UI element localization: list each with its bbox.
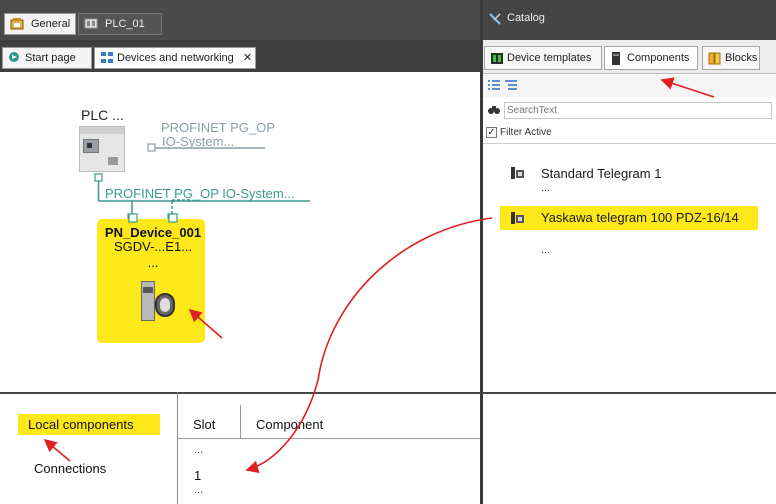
- tree-view-icon[interactable]: [504, 79, 518, 91]
- catalog-item-label: Standard Telegram 1: [541, 166, 662, 181]
- table-row[interactable]: ...: [194, 444, 203, 456]
- tab-blocks-label: Blocks: [725, 52, 758, 64]
- bottom-table-header-line: [178, 438, 480, 439]
- catalog-title: Catalog: [507, 12, 545, 24]
- close-icon[interactable]: ✕: [243, 52, 252, 64]
- catalog-title-bar: Catalog: [483, 0, 776, 40]
- binoculars-icon: [488, 106, 500, 114]
- tab-plc[interactable]: PLC_01: [78, 13, 162, 35]
- servo-drive-icon: [133, 279, 183, 327]
- blocks-icon: [708, 52, 721, 65]
- connections-item[interactable]: Connections: [34, 461, 106, 476]
- table-row[interactable]: ...: [194, 484, 203, 496]
- tab-plc-label: PLC_01: [105, 18, 145, 30]
- tab-devices-networking-label: Devices and networking: [117, 52, 234, 64]
- bottom-header-sep: [240, 405, 241, 438]
- search-input[interactable]: [504, 102, 772, 119]
- tab-device-templates[interactable]: Device templates: [484, 46, 602, 70]
- general-icon: [10, 18, 24, 30]
- col-slot-header[interactable]: Slot: [193, 417, 215, 432]
- start-page-icon: [9, 52, 19, 62]
- device-name: PN_Device_001: [104, 225, 202, 240]
- tab-devices-networking[interactable]: Devices and networking ✕: [94, 47, 256, 69]
- catalog-item-sub: ...: [541, 244, 551, 256]
- catalog-item-sub: ...: [541, 182, 551, 194]
- catalog-item-standard-telegram[interactable]: Standard Telegram 1 ...: [500, 162, 770, 202]
- tab-device-templates-label: Device templates: [507, 52, 592, 64]
- arrow-to-local-components: [43, 438, 71, 462]
- catalog-toolbar: [483, 75, 776, 97]
- search-row: [483, 100, 776, 122]
- network-icon: [101, 52, 113, 63]
- catalog-item-label: Yaskawa telegram 100 PDZ-16/14: [541, 210, 739, 225]
- device-port-connectors: [128, 213, 178, 223]
- filter-label: Filter Active: [500, 127, 552, 138]
- table-row[interactable]: 1: [194, 468, 201, 483]
- catalog-separator: [483, 143, 776, 144]
- bottom-divider: [0, 392, 776, 394]
- local-components-item[interactable]: Local components: [18, 414, 160, 435]
- device-more: ...: [147, 255, 159, 270]
- device-type: SGDV-...E1...: [113, 239, 193, 254]
- catalog-icon: [489, 13, 501, 25]
- network-lines: [94, 143, 310, 223]
- telegram-icon: [511, 167, 524, 179]
- filter-checkbox[interactable]: ✓: [486, 127, 497, 138]
- filter-row: ✓ Filter Active: [483, 124, 776, 142]
- tab-start-page-label: Start page: [25, 52, 76, 64]
- tab-start-page[interactable]: Start page: [2, 47, 92, 69]
- tab-general-label: General: [31, 18, 71, 30]
- plc-icon: [84, 18, 98, 29]
- tab-blocks[interactable]: Blocks: [702, 46, 760, 70]
- tab-components[interactable]: Components: [604, 46, 698, 70]
- components-icon: [612, 52, 620, 65]
- col-component-header[interactable]: Component: [256, 417, 323, 432]
- list-view-icon[interactable]: [487, 79, 501, 91]
- bottom-col-divider: [177, 392, 178, 504]
- tab-general[interactable]: General: [4, 13, 76, 35]
- device-templates-icon: [491, 53, 503, 64]
- tab-components-label: Components: [627, 52, 690, 64]
- local-components-label: Local components: [28, 417, 134, 432]
- catalog-item-yaskawa-telegram[interactable]: Yaskawa telegram 100 PDZ-16/14: [500, 206, 758, 230]
- telegram-icon: [511, 212, 524, 224]
